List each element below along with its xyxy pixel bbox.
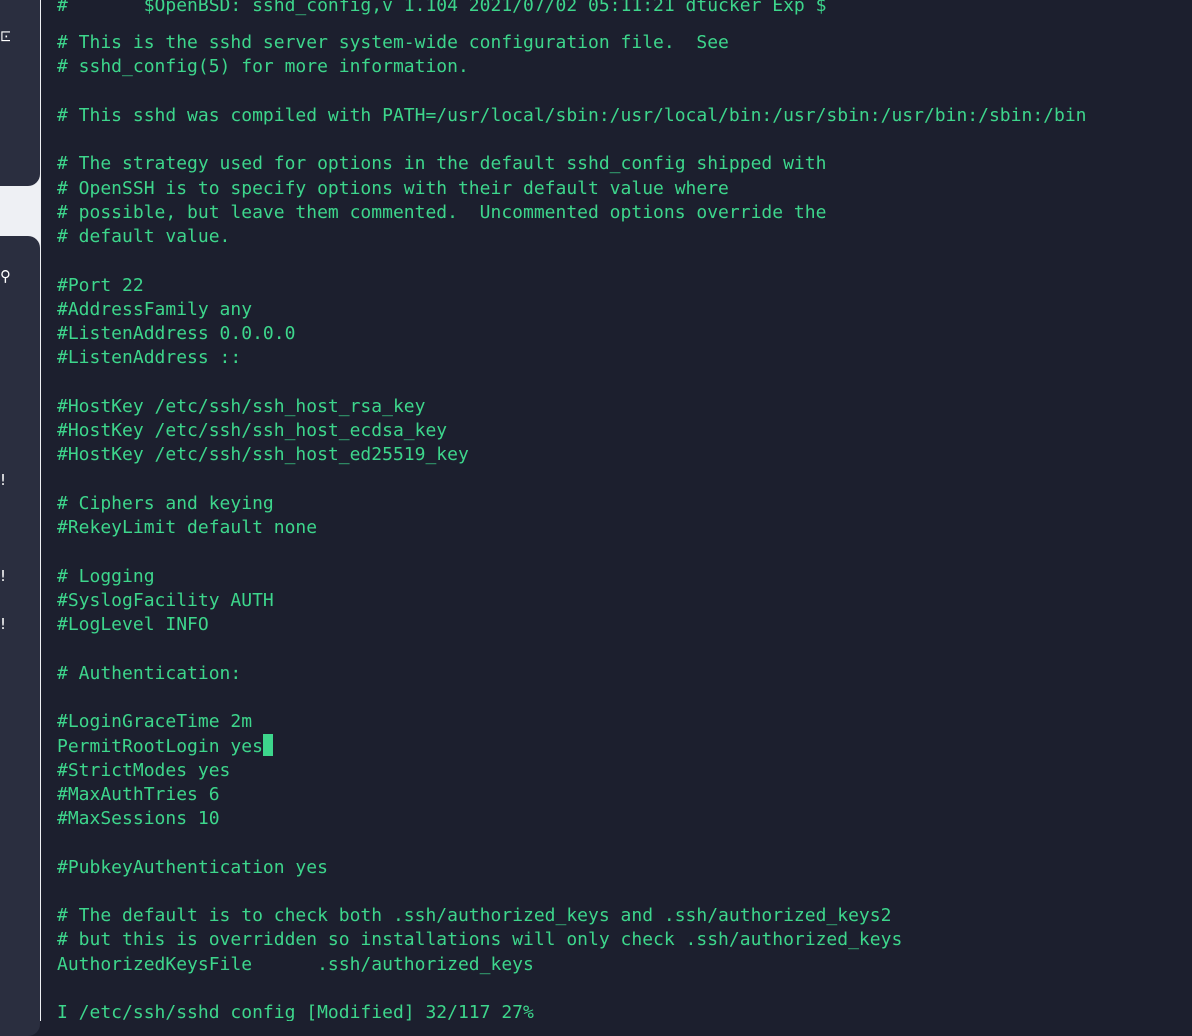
editor-line: #ListenAddress ::	[57, 347, 242, 369]
editor-line: #HostKey /etc/ssh/ssh_host_ed25519_key	[57, 444, 469, 466]
editor-line: #RekeyLimit default none	[57, 517, 318, 538]
editor-line: #MaxAuthTries 6	[57, 783, 220, 805]
editor-line: #AddressFamily any	[57, 298, 253, 320]
search-icon[interactable]: ⚲	[0, 268, 10, 284]
editor-line-partial: # $OpenBSD: sshd_config,v 1.104 2021/07/…	[57, 0, 827, 16]
alert-icon-1[interactable]: !	[0, 472, 10, 488]
window-icon[interactable]: ⊡	[0, 28, 10, 44]
editor-line: #LoginGraceTime 2m	[57, 711, 253, 732]
editor-line: # The default is to check both .ssh/auth…	[57, 905, 892, 926]
editor-line: # default value.	[57, 226, 231, 247]
editor-line: # sshd_config(5) for more information.	[57, 56, 469, 78]
editor-line: #HostKey /etc/ssh/ssh_host_rsa_key	[57, 395, 426, 417]
editor-line: #MaxSessions 10	[57, 808, 220, 829]
editor-line: # This sshd was compiled with PATH=/usr/…	[57, 104, 1087, 126]
editor-line: #StrictModes yes	[57, 759, 231, 781]
editor-line: # Ciphers and keying	[57, 492, 274, 514]
editor-status-line: I /etc/ssh/sshd_config [Modified] 32/117…	[57, 1002, 534, 1021]
alert-icon-3[interactable]: !	[0, 616, 10, 632]
terminal-editor[interactable]: # $OpenBSD: sshd_config,v 1.104 2021/07/…	[41, 0, 1192, 1021]
sidebar-panel-bottom	[0, 236, 40, 1036]
editor-line: # possible, but leave them commented. Un…	[57, 201, 827, 223]
editor-line: #HostKey /etc/ssh/ssh_host_ecdsa_key	[57, 420, 448, 441]
editor-line: #SyslogFacility AUTH	[57, 589, 274, 611]
text-cursor	[262, 734, 273, 757]
editor-line: #PubkeyAuthentication yes	[57, 856, 328, 878]
editor-line: # This is the sshd server system-wide co…	[57, 32, 729, 53]
editor-line: # The strategy used for options in the d…	[57, 153, 827, 175]
editor-line: AuthorizedKeysFile .ssh/authorized_keys	[57, 953, 534, 975]
editor-line: # but this is overridden so installation…	[57, 929, 903, 951]
editor-line: # Logging	[57, 565, 155, 587]
alert-icon-2[interactable]: !	[0, 568, 10, 584]
app-sidebar: ⊡ ⚲!!!	[0, 0, 41, 1036]
editor-line: # Authentication:	[57, 662, 242, 684]
editor-line: # OpenSSH is to specify options with the…	[57, 177, 729, 199]
editor-line: PermitRootLogin yes	[57, 734, 273, 758]
editor-line: #LogLevel INFO	[57, 614, 209, 635]
editor-line: #Port 22	[57, 274, 144, 296]
editor-line: #ListenAddress 0.0.0.0	[57, 323, 296, 344]
